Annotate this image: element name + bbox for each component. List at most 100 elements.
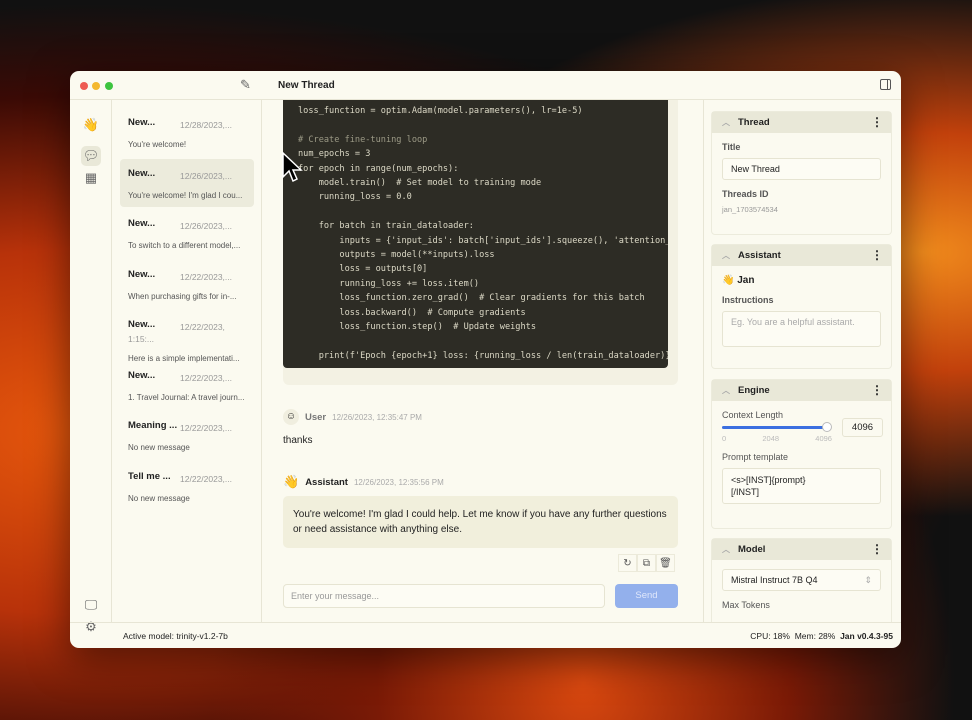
thread-title: New... [128, 117, 156, 128]
slider-tick-max: 4096 [815, 434, 832, 443]
section-title: Thread [738, 117, 770, 128]
minimize-window-button[interactable] [92, 82, 100, 90]
thread-last-message: To switch to a different model,... [128, 241, 241, 250]
thread-item[interactable]: New... 12/22/2023,... 1. Travel Journal: A… [120, 361, 254, 409]
code-line: loss.backward() # Compute gradients [298, 307, 526, 318]
chevron-up-icon: ︿ [722, 251, 730, 260]
assistant-section-header[interactable]: ︿ Assistant ⋮ [712, 245, 891, 266]
code-line: # Create fine-tuning loop [298, 134, 428, 145]
chat-icon[interactable]: 💬︎ [81, 146, 101, 166]
context-length-slider[interactable] [722, 422, 832, 432]
engine-section-header[interactable]: ︿ Engine ⋮ [712, 380, 891, 401]
chevron-up-icon: ︿ [722, 118, 730, 127]
code-line: inputs = {'input_ids': batch['input_ids'… [298, 235, 668, 246]
context-length-input[interactable]: 4096 [842, 418, 883, 437]
hub-grid-icon[interactable]: ▦ [81, 168, 101, 188]
thread-last-message: You're welcome! [128, 140, 187, 149]
new-thread-edit-icon[interactable]: ✎ [240, 77, 251, 93]
thread-item[interactable]: Tell me ... 12/22/2023,... No new message [120, 462, 254, 510]
thread-title: New... [128, 167, 156, 179]
assistant-message-header: 👋 Assistant 12/26/2023, 12:35:56 PM [283, 474, 444, 490]
model-section-header[interactable]: ︿ Model ⋮ [712, 539, 891, 560]
model-select-value: Mistral Instruct 7B Q4 [731, 575, 818, 585]
system-monitor-icon[interactable]: 🖵︎ [81, 595, 101, 615]
assistant-hand-icon: 👋 [283, 474, 300, 489]
close-window-button[interactable] [80, 82, 88, 90]
code-line: loss_function.step() # Update weights [298, 322, 536, 333]
code-line: loss = outputs[0] [298, 264, 428, 275]
thread-date: 12/22/2023,... [180, 372, 232, 383]
thread-item[interactable]: New... 12/26/2023,... You're welcome! I'm … [120, 158, 254, 207]
user-message-text: thanks [283, 435, 313, 446]
thread-title-input[interactable]: New Thread [722, 158, 881, 180]
thread-date: 12/26/2023,... [180, 170, 232, 181]
more-vertical-icon[interactable]: ⋮ [871, 115, 883, 129]
section-title: Engine [738, 385, 770, 396]
thread-last-message: You're welcome! I'm glad I cou... [128, 190, 243, 200]
chevron-up-icon: ︿ [722, 386, 730, 395]
slider-tick-mid: 2048 [762, 434, 780, 443]
thread-item[interactable]: New... 12/26/2023,... To switch to a diffe… [120, 209, 254, 257]
assistant-section: ︿ Assistant ⋮ 👋 Jan Instructions Eg. You a… [711, 244, 892, 369]
app-window: ✎ New Thread 👋 💬︎ ▦ 🖵︎ ⚙ New... 12/28/202… [70, 71, 901, 648]
user-timestamp: 12/26/2023, 12:35:47 PM [332, 412, 422, 422]
select-updown-icon: ⇕ [864, 575, 872, 585]
code-line: running_loss = 0.0 [298, 192, 412, 203]
toggle-right-panel-icon[interactable] [880, 79, 891, 90]
thread-item[interactable]: Meaning ... 12/22/2023,... No new message [120, 411, 254, 459]
icon-rail: 👋 💬︎ ▦ 🖵︎ ⚙ [70, 100, 112, 634]
instructions-textarea[interactable]: Eg. You are a helpful assistant. [722, 311, 881, 347]
jan-logo-hand-icon: 👋 [82, 117, 100, 132]
thread-last-message: When purchasing gifts for in-... [128, 291, 237, 301]
status-bar: Active model: trinity-v1.2-7b CPU: 18% M… [70, 622, 901, 648]
thread-date: 12/22/2023,... [180, 473, 232, 484]
thread-title: New... [128, 218, 156, 229]
user-message-header: ☺ User 12/26/2023, 12:35:47 PM [283, 409, 422, 425]
window-title: New Thread [278, 80, 335, 91]
thread-date: 12/26/2023,... [180, 221, 232, 231]
thread-id-label: Threads ID [722, 189, 769, 199]
copy-icon[interactable]: ⧉ [637, 554, 656, 572]
chat-area: loss_function = optim.Adam(model.paramet… [262, 100, 703, 622]
settings-panel: ︿ Thread ⋮ Title New Thread Threads ID jan… [703, 100, 901, 622]
more-vertical-icon[interactable]: ⋮ [871, 248, 883, 262]
message-input[interactable]: Enter your message... [283, 584, 605, 608]
assistant-code-message: loss_function = optim.Adam(model.paramet… [283, 100, 678, 385]
app-version: Jan v0.4.3-95 [840, 631, 893, 641]
code-line: for epoch in range(num_epochs): [298, 163, 459, 174]
thread-title: New... [128, 268, 156, 280]
thread-list: New... 12/28/2023,... You're welcome! New..… [112, 100, 262, 622]
regenerate-icon[interactable]: ↻ [618, 554, 637, 572]
code-line: outputs = model(**inputs).loss [298, 250, 495, 261]
thread-section: ︿ Thread ⋮ Title New Thread Threads ID jan… [711, 111, 892, 235]
mouse-cursor-icon [282, 152, 303, 183]
delete-trash-icon[interactable]: 🗑︎ [656, 554, 675, 572]
instructions-label: Instructions [722, 295, 774, 305]
model-select[interactable]: Mistral Instruct 7B Q4 ⇕ [722, 569, 881, 591]
code-line: print(f'Epoch {epoch+1} loss: {running_l… [298, 350, 668, 361]
more-vertical-icon[interactable]: ⋮ [871, 383, 883, 397]
code-line: loss_function.zero_grad() # Clear gradie… [298, 293, 645, 304]
thread-item[interactable]: New... 12/28/2023,... You're welcome! [120, 108, 254, 156]
thread-date: 12/28/2023,... [180, 120, 232, 130]
thread-item[interactable]: New... 12/22/2023,... When purchasing gift… [120, 260, 254, 308]
assistant-name: Jan [737, 275, 755, 286]
maximize-window-button[interactable] [105, 82, 113, 90]
code-line: model.train() # Set model to training mo… [298, 178, 542, 189]
code-line: for batch in train_dataloader: [298, 221, 474, 232]
more-vertical-icon[interactable]: ⋮ [871, 542, 883, 556]
section-title: Model [738, 544, 766, 555]
thread-last-message: No new message [128, 443, 190, 452]
thread-item[interactable]: New... 12/22/2023, 1:15:... Here is a simp… [120, 310, 254, 363]
send-button[interactable]: Send [615, 584, 678, 608]
prompt-template-textarea[interactable]: <s>[INST]{prompt} [/INST] [722, 468, 881, 504]
thread-section-header[interactable]: ︿ Thread ⋮ [712, 112, 891, 133]
user-avatar-icon: ☺ [283, 409, 299, 425]
assistant-timestamp: 12/26/2023, 12:35:56 PM [353, 477, 444, 487]
code-line: loss_function = optim.Adam(model.paramet… [298, 106, 583, 116]
user-name: User [305, 411, 327, 423]
thread-title: Tell me ... [128, 470, 171, 482]
thread-id-value: jan_1703574534 [722, 205, 778, 214]
thread-last-message: 1. Travel Journal: A travel journ... [128, 392, 245, 402]
